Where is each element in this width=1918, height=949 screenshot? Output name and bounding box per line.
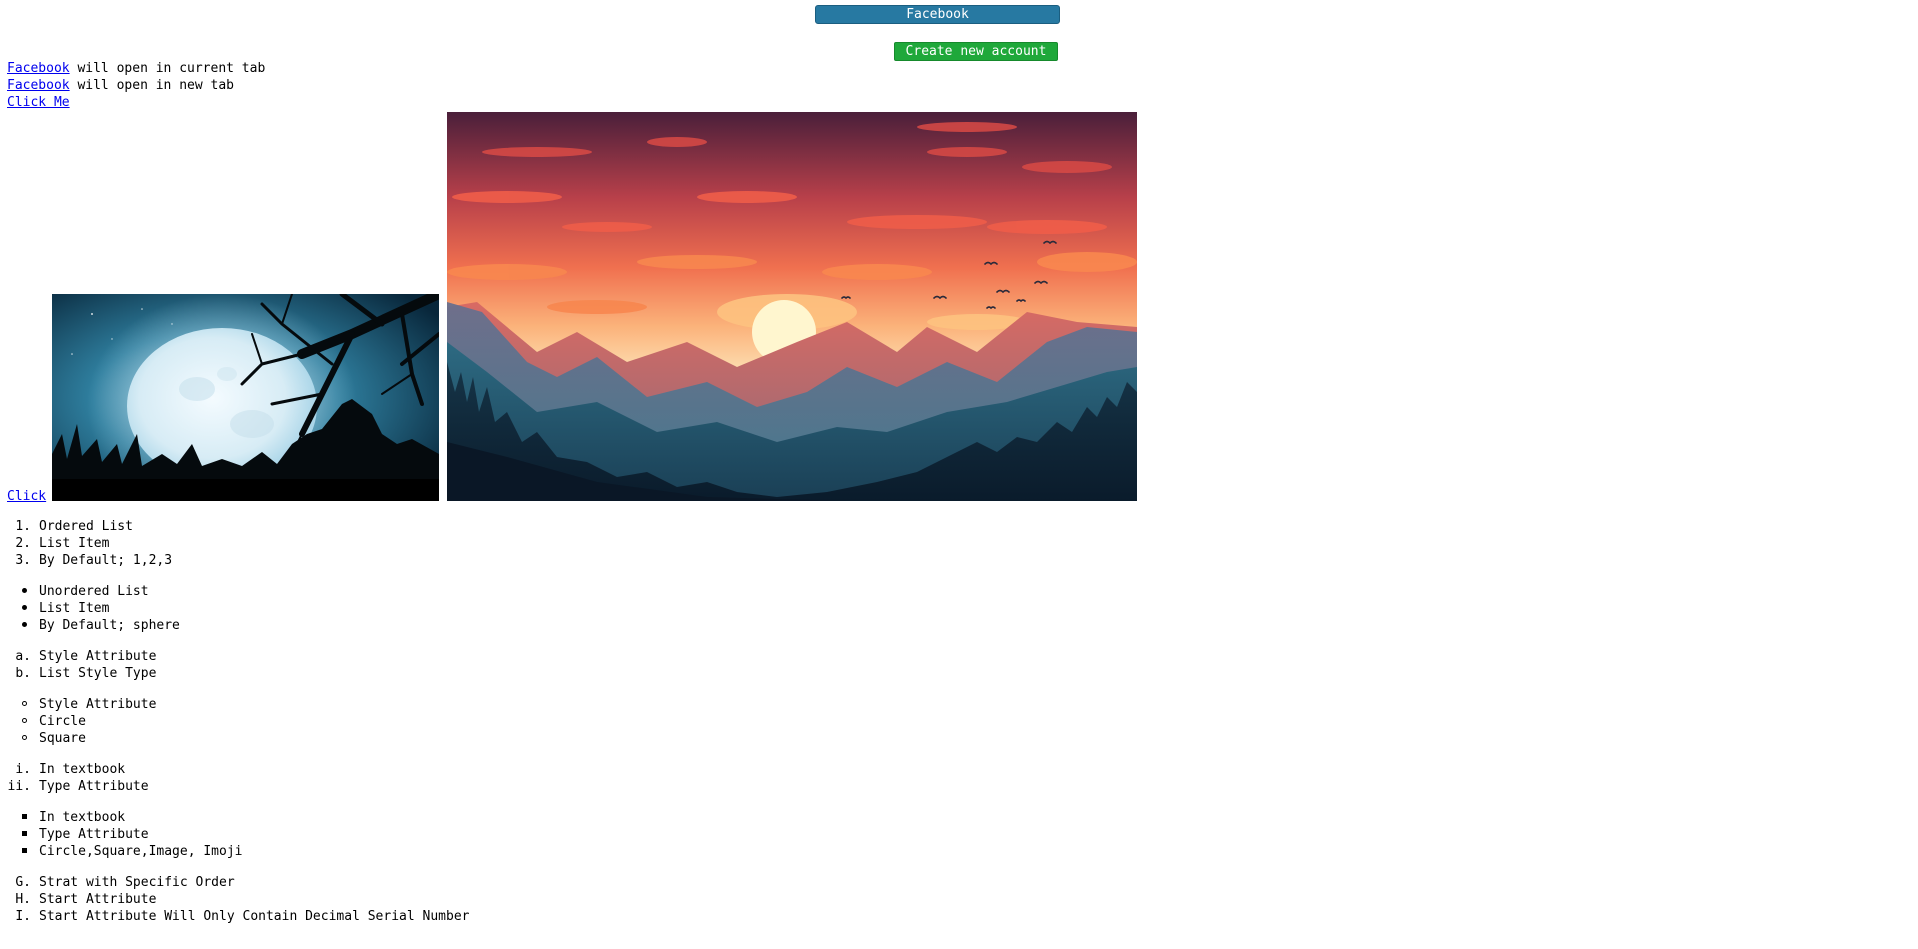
disc-bullet-icon bbox=[22, 617, 27, 634]
create-account-button[interactable]: Create new account bbox=[894, 42, 1058, 61]
circle-bullet-icon bbox=[22, 696, 27, 713]
link-line-text: will open in current tab bbox=[69, 61, 266, 76]
link-line-current-tab: Facebook will open in current tab bbox=[7, 60, 265, 77]
link-line-new-tab: Facebook will open in new tab bbox=[7, 77, 234, 94]
circle-bullet-icon bbox=[22, 713, 27, 730]
facebook-button[interactable]: Facebook bbox=[815, 5, 1060, 24]
square-bullet-icon bbox=[22, 826, 27, 843]
disc-bullet-icon bbox=[22, 600, 27, 617]
circle-bullet-icon bbox=[22, 730, 27, 747]
night-moon-tree-image[interactable] bbox=[52, 294, 439, 501]
click-link[interactable]: Click bbox=[7, 488, 46, 505]
sunset-mountains-image[interactable] bbox=[447, 112, 1137, 501]
square-bullet-icon bbox=[22, 843, 27, 860]
click-me-line: Click Me bbox=[7, 94, 70, 111]
link-line-text: will open in new tab bbox=[69, 78, 234, 93]
square-bullet-icon bbox=[22, 809, 27, 826]
facebook-link-new-tab[interactable]: Facebook bbox=[7, 78, 70, 93]
click-me-link[interactable]: Click Me bbox=[7, 95, 70, 110]
facebook-link-current-tab[interactable]: Facebook bbox=[7, 61, 70, 76]
disc-bullet-icon bbox=[22, 583, 27, 600]
